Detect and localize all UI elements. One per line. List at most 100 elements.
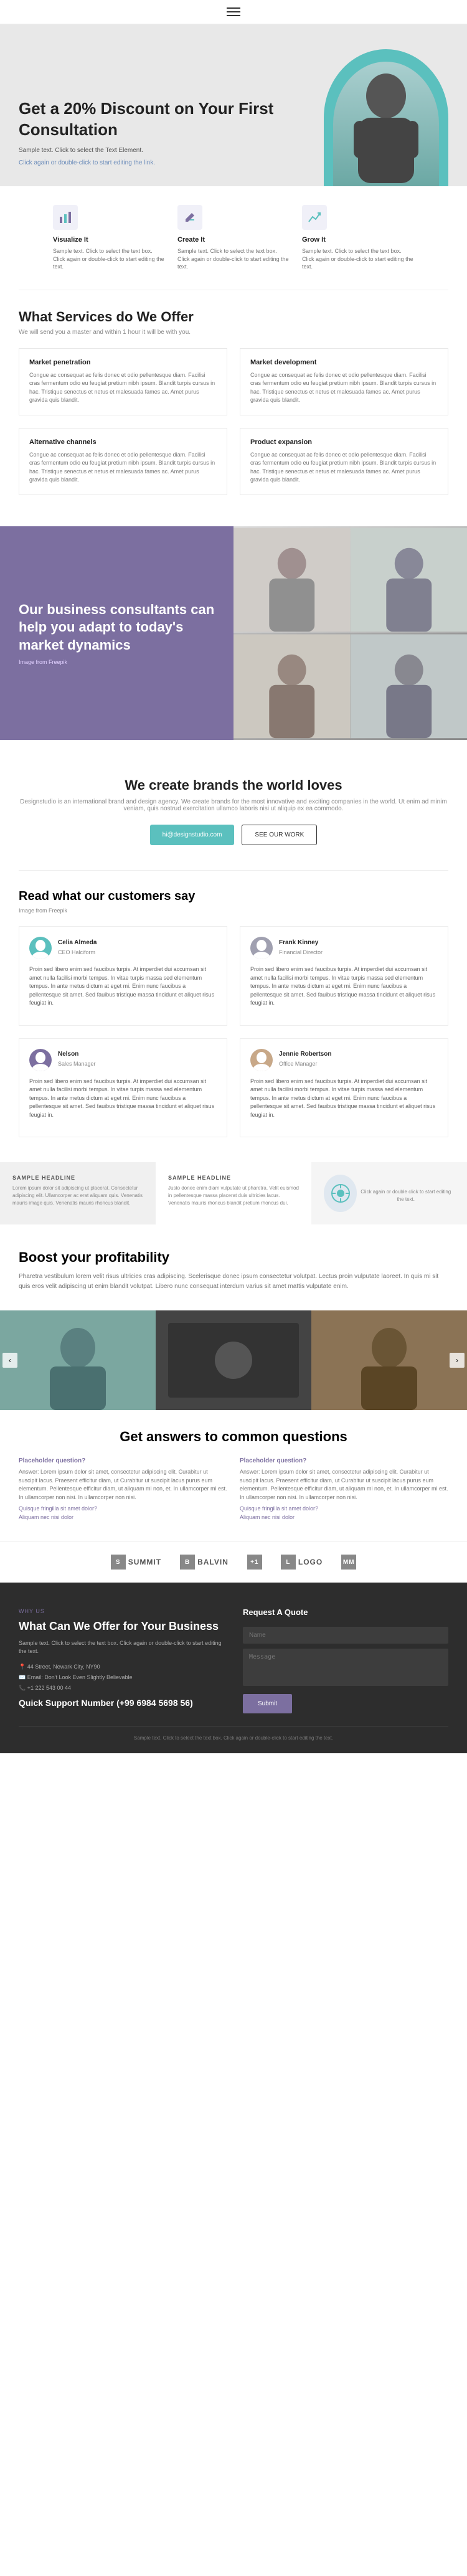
logo-balvin: B BALVIN: [180, 1555, 229, 1570]
feature-visualize: Visualize It Sample text. Click to selec…: [53, 205, 165, 271]
author-0-role: CEO Halciform: [58, 949, 95, 955]
faq-title: Get answers to common questions: [19, 1429, 448, 1445]
gallery-prev-button[interactable]: ‹: [2, 1353, 17, 1368]
sample-col-1: SAMPLE HEADLINE Lorem ipsum dolor sit ad…: [0, 1162, 156, 1224]
services-section: What Services do We Offer We will send y…: [0, 290, 467, 514]
footer-right: Request A Quote Submit: [243, 1608, 448, 1713]
author-2-role: Sales Manager: [58, 1061, 96, 1067]
market-section: Our business consultants can help you ad…: [0, 526, 467, 740]
service-market-development: Market development Congue ac consequat a…: [240, 348, 448, 415]
services-grid: Market penetration Congue ac consequat a…: [19, 348, 448, 495]
gallery-img-1: [0, 1310, 156, 1410]
testimonial-0-text: Proin sed libero enim sed faucibus turpi…: [29, 965, 217, 1008]
market-img-4: [351, 633, 467, 740]
market-img-3: [234, 633, 351, 740]
navbar: [0, 0, 467, 24]
footer-title: What Can We Offer for Your Business: [19, 1620, 224, 1633]
footer-eyebrow: WHY US: [19, 1608, 224, 1616]
testimonial-2-text: Proin sed libero enim sed faucibus turpi…: [29, 1077, 217, 1120]
market-img-2: [351, 526, 467, 633]
visualize-icon: [53, 205, 78, 230]
faq-0-link-1[interactable]: Aliquam nec nisi dolor: [19, 1514, 227, 1520]
market-image-grid: [234, 526, 467, 740]
email-icon: ✉️: [19, 1674, 27, 1680]
hero-section: Get a 20% Discount on Your First Consult…: [0, 24, 467, 186]
market-text: Our business consultants can help you ad…: [19, 601, 215, 666]
form-message-input[interactable]: [243, 1649, 448, 1686]
avatar-0: [29, 937, 52, 959]
testimonials-section: Read what our customers say Image from F…: [0, 871, 467, 1156]
brands-title: We create brands the world loves: [19, 777, 448, 793]
market-headline: Our business consultants can help you ad…: [19, 601, 215, 655]
email-button[interactable]: hi@designstudio.com: [150, 825, 235, 845]
faq-1-question: Placeholder question?: [240, 1457, 448, 1464]
service-1-title: Market development: [250, 359, 438, 366]
testimonials-grid: Celia Almeda CEO Halciform Proin sed lib…: [19, 926, 448, 1137]
avatar-3: [250, 1049, 273, 1071]
author-3-name: Jennie Robertson: [279, 1051, 331, 1058]
footer-email: ✉️ Email: Don't Look Even Slightly Belie…: [19, 1674, 224, 1681]
testimonial-1: Frank Kinney Financial Director Proin se…: [240, 926, 448, 1026]
see-work-button[interactable]: SEE OUR WORK: [242, 825, 317, 845]
feature-grow-desc: Sample text. Click to select the text bo…: [302, 247, 414, 271]
phone-icon: 📞: [19, 1685, 27, 1691]
footer: WHY US What Can We Offer for Your Busine…: [0, 1583, 467, 1753]
hero-link[interactable]: Click again or double-click to start edi…: [19, 159, 155, 166]
faq-1-link-1[interactable]: Aliquam nec nisi dolor: [240, 1514, 448, 1520]
footer-address-text: 44 Street, Newark City, NY90: [27, 1664, 100, 1670]
testimonials-title: Read what our customers say: [19, 889, 448, 904]
services-subtitle: We will send you a master and within 1 h…: [19, 329, 448, 336]
gallery-next-button[interactable]: ›: [450, 1353, 465, 1368]
market-source: Image from Freepik: [19, 659, 215, 665]
form-name-input[interactable]: [243, 1627, 448, 1644]
author-1-name: Frank Kinney: [279, 939, 323, 946]
gallery-item-1: [0, 1310, 156, 1410]
feature-create-title: Create It: [177, 236, 290, 244]
logo-summit: S SUMMIT: [111, 1555, 161, 1570]
footer-form-title: Request A Quote: [243, 1608, 448, 1617]
logo-logo-icon: L: [281, 1555, 296, 1570]
footer-email-text: Email: Don't Look Even Slightly Believab…: [27, 1674, 133, 1680]
logo-logo-name: LOGO: [298, 1558, 323, 1566]
sample-text-2: Justo donec enim diam vulputate ut phare…: [168, 1185, 299, 1207]
hamburger-menu[interactable]: [227, 7, 240, 16]
feature-create: Create It Sample text. Click to select t…: [177, 205, 290, 271]
author-0-info: Celia Almeda CEO Halciform: [58, 939, 97, 957]
form-submit-button[interactable]: Submit: [243, 1694, 292, 1713]
author-3-info: Jennie Robertson Office Manager: [279, 1051, 331, 1069]
boost-title: Boost your profitability: [19, 1249, 448, 1266]
footer-top: WHY US What Can We Offer for Your Busine…: [19, 1608, 448, 1713]
service-3-title: Product expansion: [250, 438, 438, 446]
faq-0-question: Placeholder question?: [19, 1457, 227, 1464]
footer-address: 📍 44 Street, Newark City, NY90: [19, 1664, 224, 1670]
footer-bottom-text: Sample text. Click to select the text bo…: [19, 1735, 448, 1741]
boost-section: Boost your profitability Pharetra vestib…: [0, 1231, 467, 1310]
footer-support: Quick Support Number (+99 6984 5698 56): [19, 1698, 224, 1708]
service-2-desc: Congue ac consequat ac felis donec et od…: [29, 451, 217, 485]
brands-cta: hi@designstudio.com SEE OUR WORK: [19, 825, 448, 845]
faq-grid: Placeholder question? Answer: Lorem ipsu…: [19, 1457, 448, 1523]
author-0: Celia Almeda CEO Halciform: [29, 937, 217, 959]
feature-visualize-desc: Sample text. Click to select the text bo…: [53, 247, 165, 271]
gallery-section: ‹ ›: [0, 1310, 467, 1410]
address-icon: 📍: [19, 1664, 27, 1670]
avatar-2: [29, 1049, 52, 1071]
sample-headlines-section: SAMPLE HEADLINE Lorem ipsum dolor sit ad…: [0, 1162, 467, 1224]
gallery-item-3: [311, 1310, 467, 1410]
service-market-penetration: Market penetration Congue ac consequat a…: [19, 348, 227, 415]
testimonials-source: Image from Freepik: [19, 907, 448, 914]
logo-mm-icon: MM: [341, 1555, 356, 1570]
market-left-panel: Our business consultants can help you ad…: [0, 526, 234, 740]
gallery-img-3: [311, 1310, 467, 1410]
logo-summit-icon: S: [111, 1555, 126, 1570]
faq-0-link-0[interactable]: Quisque fringilla sit amet dolor?: [19, 1505, 227, 1512]
sample-headline-1: SAMPLE HEADLINE: [12, 1175, 143, 1181]
faq-item-0: Placeholder question? Answer: Lorem ipsu…: [19, 1457, 227, 1523]
hero-image-placeholder: [333, 62, 439, 186]
logo-plus: +1: [247, 1555, 262, 1570]
faq-1-link-0[interactable]: Quisque fringilla sit amet dolor?: [240, 1505, 448, 1512]
footer-left: WHY US What Can We Offer for Your Busine…: [19, 1608, 224, 1713]
logo-balvin-icon: B: [180, 1555, 195, 1570]
footer-phone-text: +1 222 543 00 44: [27, 1685, 71, 1691]
testimonial-3-text: Proin sed libero enim sed faucibus turpi…: [250, 1077, 438, 1120]
